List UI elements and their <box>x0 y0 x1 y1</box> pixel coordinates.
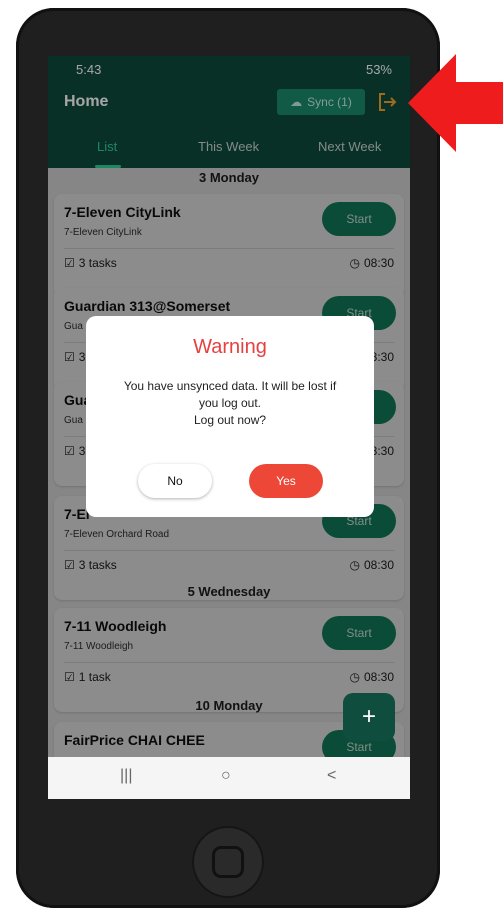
dialog-message-line: Log out now? <box>193 413 267 427</box>
add-button[interactable]: + <box>343 693 395 741</box>
dialog-message-line: you log out. <box>198 396 262 410</box>
android-nav-bar: ||| ○ < <box>48 757 410 799</box>
no-button[interactable]: No <box>138 464 212 498</box>
dialog-title: Warning <box>193 336 267 358</box>
recent-apps-icon[interactable]: ||| <box>120 767 132 785</box>
back-nav-icon[interactable]: < <box>327 767 336 785</box>
red-arrow-icon <box>408 54 503 152</box>
phone-screen: 5:43 53% Home ☁ Sync (1) List This Week … <box>48 56 410 799</box>
yes-button[interactable]: Yes <box>249 464 323 498</box>
home-nav-icon[interactable]: ○ <box>221 767 231 785</box>
dialog-message: You have unsynced data. It will be lost … <box>100 378 360 429</box>
dialog-message-line: You have unsynced data. It will be lost … <box>123 379 337 393</box>
warning-dialog: Warning You have unsynced data. It will … <box>86 316 374 517</box>
home-button-square-icon <box>212 846 244 878</box>
modal-scrim-top <box>48 56 410 168</box>
physical-home-button[interactable] <box>192 826 264 898</box>
